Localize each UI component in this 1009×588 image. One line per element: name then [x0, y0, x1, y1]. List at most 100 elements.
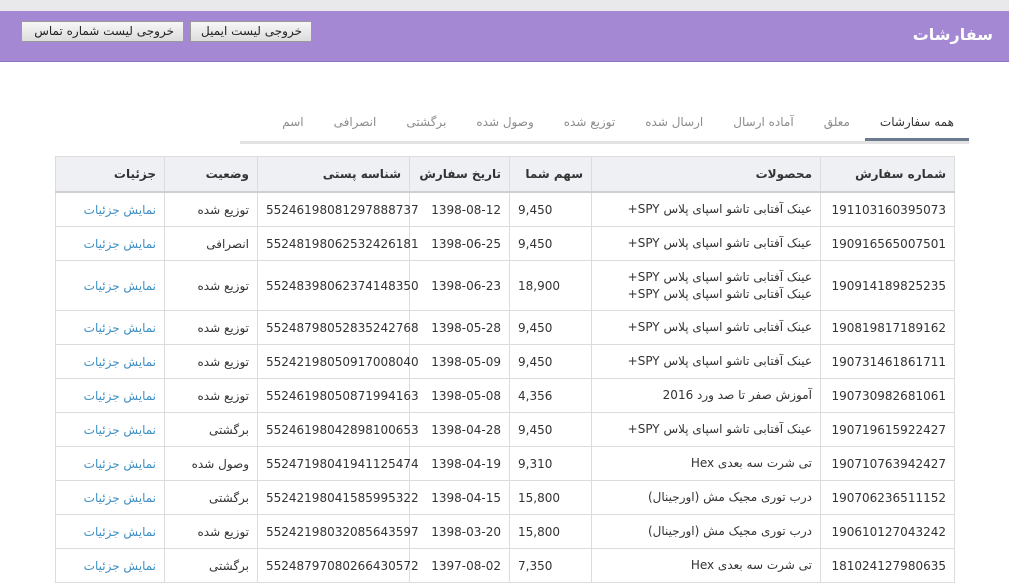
column-header-order-date: تاریخ سفارش — [409, 156, 510, 193]
products-cell: تی شرت سه بعدی Hex — [591, 446, 821, 481]
column-header-products: محصولات — [591, 156, 821, 193]
column-header-status: وضعیت — [164, 156, 258, 193]
show-details-link[interactable]: نمایش جزئیات — [84, 423, 156, 437]
order-status-tabs: همه سفارشات معلق آماده ارسال ارسال شده توزیع… — [240, 108, 969, 144]
status-cell: توزیع شده — [164, 514, 258, 549]
details-cell: نمایش جزئیات — [55, 226, 165, 261]
your-share-cell: 9,450 — [509, 310, 592, 345]
your-share-cell: 4,356 — [509, 378, 592, 413]
details-cell: نمایش جزئیات — [55, 412, 165, 447]
details-cell: نمایش جزئیات — [55, 548, 165, 583]
order-date-cell: 1398-05-08 — [409, 378, 510, 413]
product-name: عینک آفتابی تاشو اسپای پلاس SPY+ — [627, 286, 812, 301]
your-share-cell: 9,450 — [509, 226, 592, 261]
column-header-details: جزئیات — [55, 156, 165, 193]
table-row: 190731461861711 عینک آفتابی تاشو اسپای پل… — [55, 344, 955, 379]
details-cell: نمایش جزئیات — [55, 191, 165, 227]
tab-6[interactable]: برگشتی — [391, 108, 461, 138]
order-number-cell: 190706236511152 — [820, 480, 955, 515]
postal-id-cell: 5524719804194112547​4 — [257, 446, 419, 481]
table-header-row: شماره سفارش محصولات سهم شما تاریخ سفارش … — [55, 156, 955, 193]
product-name: درب توری مجیک مش (اورجینال) — [647, 490, 812, 504]
products-cell: عینک آفتابی تاشو اسپای پلاس SPY+ عینک آفت… — [591, 260, 821, 311]
table-row: 190610127043242 درب توری مجیک مش (اورجینا… — [55, 514, 955, 549]
table-row: 190710763942427 تی شرت سه بعدی Hex 9,310 13… — [55, 446, 955, 481]
order-date-cell: 1397-08-02 — [409, 548, 510, 583]
your-share-cell: 9,450 — [509, 344, 592, 379]
order-number-cell: 190731461861711 — [820, 344, 955, 379]
your-share-cell: 9,450 — [509, 412, 592, 447]
your-share-cell: 18,900 — [509, 260, 592, 311]
your-share-cell: 9,310 — [509, 446, 592, 481]
show-details-link[interactable]: نمایش جزئیات — [84, 525, 156, 539]
table-row: 181024127980635 تی شرت سه بعدی Hex 7,350 13… — [55, 548, 955, 583]
products-cell: عینک آفتابی تاشو اسپای پلاس SPY+ — [591, 412, 821, 447]
tab-3[interactable]: ارسال شده — [630, 108, 718, 138]
order-number-cell: 190819817189162 — [820, 310, 955, 345]
show-details-link[interactable]: نمایش جزئیات — [84, 389, 156, 403]
your-share-cell: 15,800 — [509, 514, 592, 549]
order-date-cell: 1398-04-28 — [409, 412, 510, 447]
show-details-link[interactable]: نمایش جزئیات — [84, 491, 156, 505]
table-row: 190914189825235 عینک آفتابی تاشو اسپای پل… — [55, 260, 955, 311]
products-cell: درب توری مجیک مش (اورجینال) — [591, 480, 821, 515]
show-details-link[interactable]: نمایش جزئیات — [84, 321, 156, 335]
page-title: سفارشات — [912, 25, 993, 44]
show-details-link[interactable]: نمایش جزئیات — [84, 279, 156, 293]
status-cell: توزیع شده — [164, 191, 258, 227]
show-details-link[interactable]: نمایش جزئیات — [84, 203, 156, 217]
show-details-link[interactable]: نمایش جزئیات — [84, 559, 156, 573]
your-share-cell: 7,350 — [509, 548, 592, 583]
products-cell: تی شرت سه بعدی Hex — [591, 548, 821, 583]
tab-4[interactable]: توزیع شده — [549, 108, 631, 138]
column-header-order-number: شماره سفارش — [820, 156, 955, 193]
tab-1[interactable]: معلق — [809, 108, 865, 138]
show-details-link[interactable]: نمایش جزئیات — [84, 457, 156, 471]
tab-2[interactable]: آماده ارسال — [718, 108, 808, 138]
status-cell: برگشتی — [164, 548, 258, 583]
details-cell: نمایش جزئیات — [55, 514, 165, 549]
page-header: سفارشات خروجی لیست ایمیل خروجی لیست شمار… — [0, 11, 1009, 62]
tab-7[interactable]: انصرافی — [319, 108, 392, 138]
tab-0[interactable]: همه سفارشات — [864, 108, 969, 141]
tab-5[interactable]: وصول شده — [461, 108, 548, 138]
postal-id-cell: 5524839806237414835​0 — [257, 260, 419, 311]
postal-id-cell: 5524619804289810065​3 — [257, 412, 419, 447]
order-date-cell: 1398-05-28 — [409, 310, 510, 345]
status-cell: انصرافی — [164, 226, 258, 261]
show-details-link[interactable]: نمایش جزئیات — [84, 355, 156, 369]
export-email-list-button[interactable]: خروجی لیست ایمیل — [190, 21, 312, 42]
product-name: عینک آفتابی تاشو اسپای پلاس SPY+ — [627, 236, 812, 250]
products-cell: درب توری مجیک مش (اورجینال) — [591, 514, 821, 549]
postal-id-cell: 5524219803208564359​7 — [257, 514, 419, 549]
order-number-cell: 190730982681061 — [820, 378, 955, 413]
your-share-cell: 15,800 — [509, 480, 592, 515]
orders-table: شماره سفارش محصولات سهم شما تاریخ سفارش … — [55, 156, 955, 583]
product-name: تی شرت سه بعدی Hex — [690, 456, 812, 470]
order-date-cell: 1398-06-25 — [409, 226, 510, 261]
tab-8[interactable]: اسم — [267, 108, 318, 138]
details-cell: نمایش جزئیات — [55, 378, 165, 413]
table-row: 190730982681061 آموزش صفر تا صد ورد 2016 4… — [55, 378, 955, 413]
product-name: عینک آفتابی تاشو اسپای پلاس SPY+ — [627, 202, 812, 216]
status-cell: توزیع شده — [164, 260, 258, 311]
order-number-cell: 190914189825235 — [820, 260, 955, 311]
status-cell: توزیع شده — [164, 344, 258, 379]
order-date-cell: 1398-04-19 — [409, 446, 510, 481]
order-number-cell: 190916565007501 — [820, 226, 955, 261]
show-details-link[interactable]: نمایش جزئیات — [84, 237, 156, 251]
table-row: 190916565007501 عینک آفتابی تاشو اسپای پل… — [55, 226, 955, 261]
product-name: عینک آفتابی تاشو اسپای پلاس SPY+ — [627, 422, 812, 436]
products-cell: عینک آفتابی تاشو اسپای پلاس SPY+ — [591, 191, 821, 227]
postal-id-cell: 5524619808129788873​7 — [257, 191, 419, 227]
export-phone-list-button[interactable]: خروجی لیست شماره تماس — [21, 21, 184, 42]
table-row: 190719615922427 عینک آفتابی تاشو اسپای پل… — [55, 412, 955, 447]
details-cell: نمایش جزئیات — [55, 344, 165, 379]
products-cell: آموزش صفر تا صد ورد 2016 — [591, 378, 821, 413]
order-number-cell: 190719615922427 — [820, 412, 955, 447]
products-cell: عینک آفتابی تاشو اسپای پلاس SPY+ — [591, 226, 821, 261]
order-number-cell: 191103160395073 — [820, 191, 955, 227]
status-cell: برگشتی — [164, 480, 258, 515]
order-date-cell: 1398-04-15 — [409, 480, 510, 515]
top-strip — [0, 0, 1009, 11]
